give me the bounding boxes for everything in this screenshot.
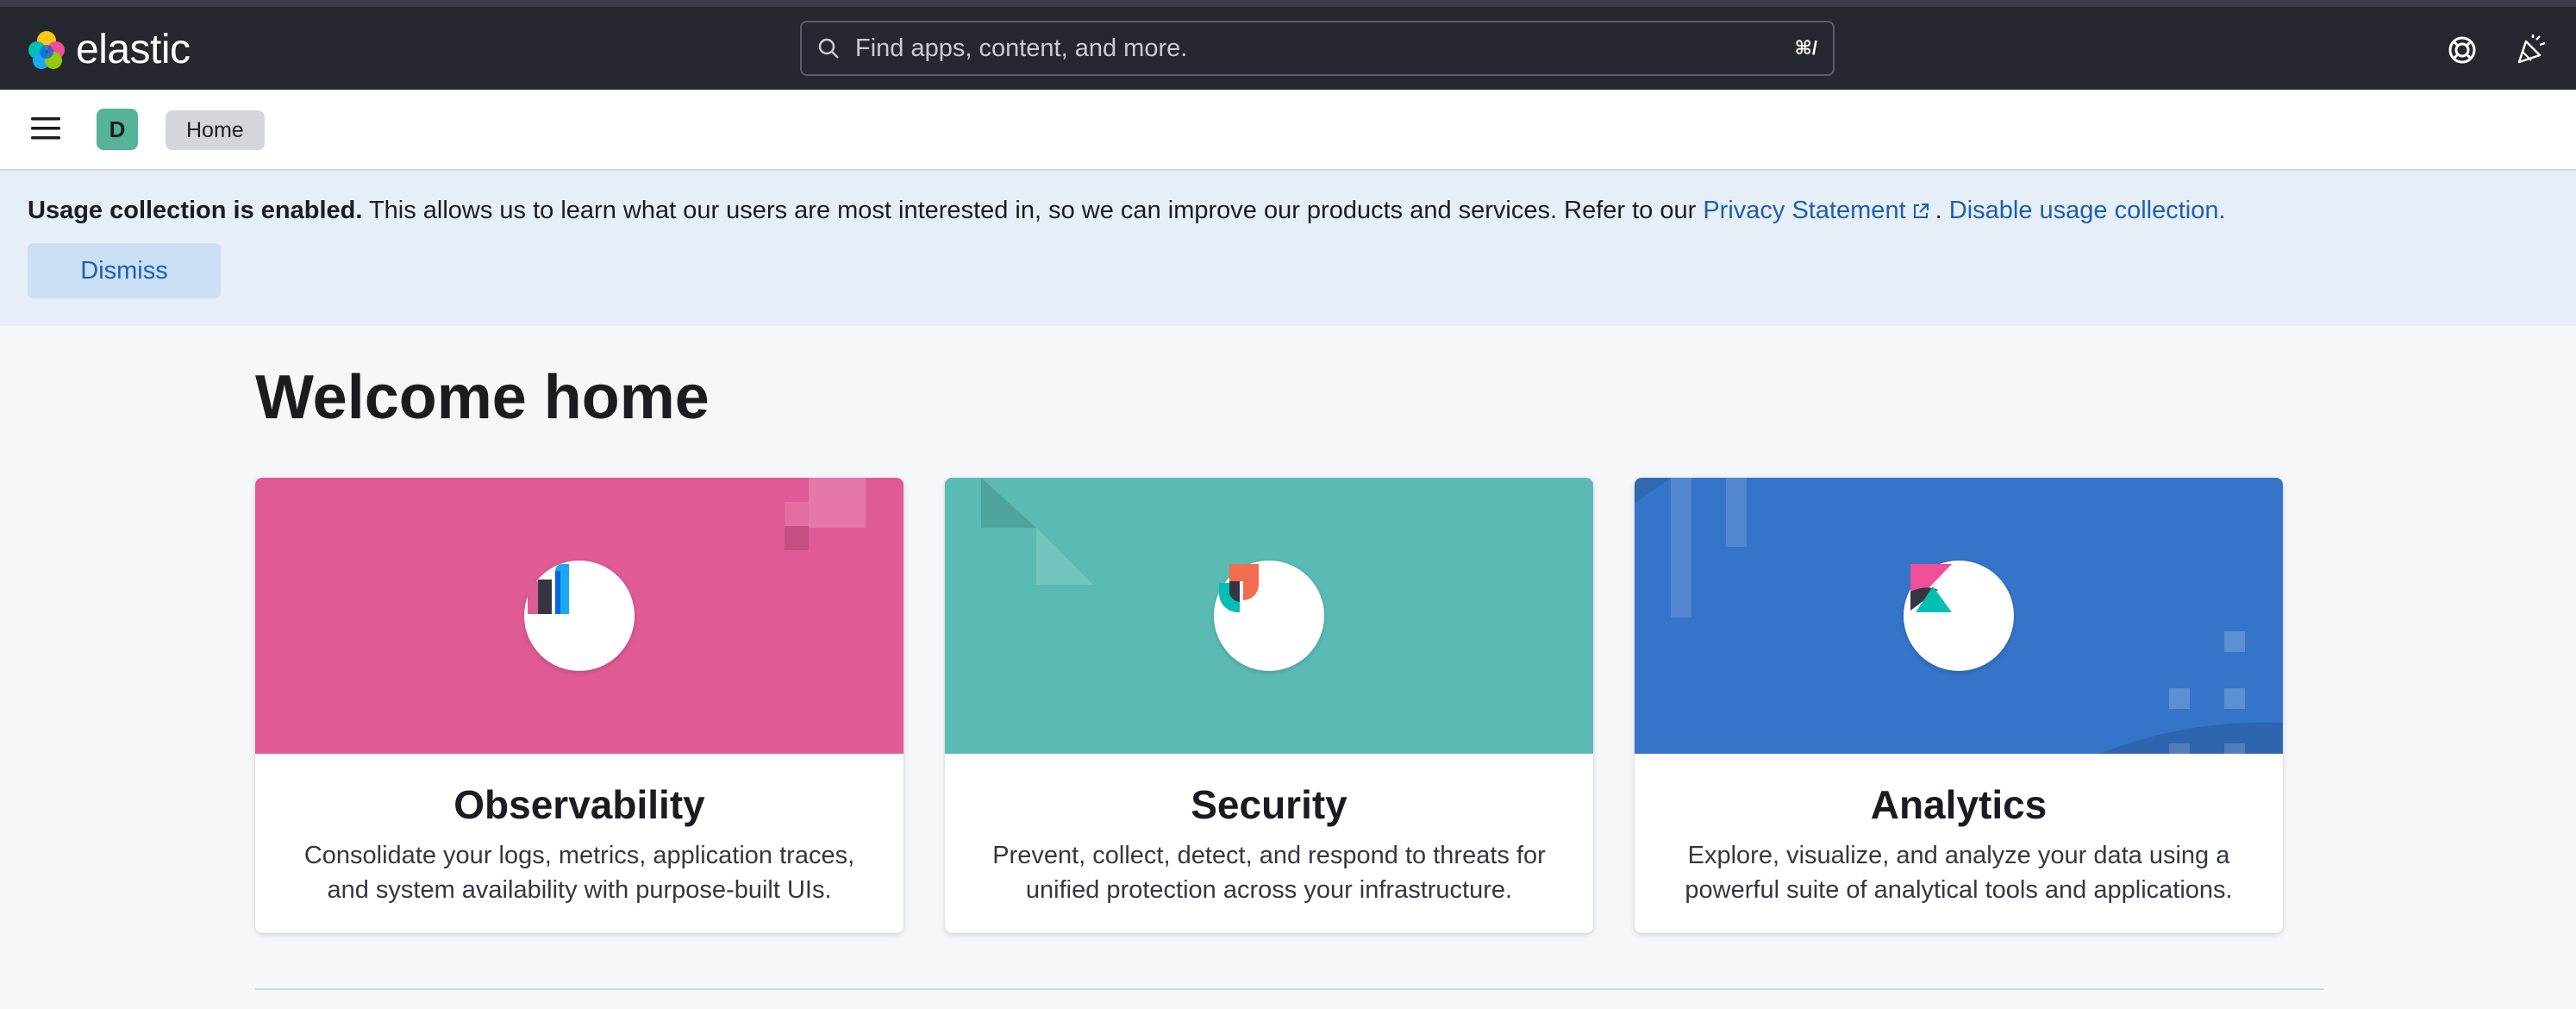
card-description: Explore, visualize, and analyze your dat… (1685, 842, 2233, 904)
card-title: Analytics (1870, 782, 2048, 827)
top-bar: elastic Find apps, content, and more. ⌘/ (0, 0, 2576, 90)
card-title: Observability (453, 782, 705, 827)
dismiss-button[interactable]: Dismiss (28, 243, 221, 298)
header-bar: D Home (0, 90, 2576, 171)
section-divider (255, 988, 2324, 990)
elastic-logo-icon (28, 30, 65, 69)
external-link-icon (1913, 204, 1929, 219)
search-placeholder: Find apps, content, and more. (855, 34, 1188, 62)
card-description: Prevent, collect, detect, and respond to… (992, 842, 1546, 904)
callout-period: . (1935, 197, 1942, 224)
card-banner-analytics (1635, 478, 2283, 754)
search-shortcut: ⌘/ (1794, 37, 1817, 59)
card-security[interactable]: Security Prevent, collect, detect, and r… (945, 478, 1593, 933)
privacy-statement-link[interactable]: Privacy Statement (1703, 197, 1905, 224)
usage-collection-callout: Usage collection is enabled. This allows… (0, 171, 2576, 326)
card-observability[interactable]: Observability Consolidate your logs, met… (255, 478, 903, 933)
menu-icon[interactable] (29, 116, 62, 141)
disable-usage-link[interactable]: Disable usage collection. (1949, 197, 2226, 224)
space-avatar[interactable]: D (97, 109, 138, 150)
logo-text: elastic (76, 27, 191, 72)
card-analytics[interactable]: Analytics Explore, visualize, and analyz… (1635, 478, 2283, 933)
security-icon (1214, 561, 1324, 671)
breadcrumb-home[interactable]: Home (166, 110, 265, 150)
newsfeed-icon[interactable] (2514, 33, 2548, 67)
callout-text: Usage collection is enabled. This allows… (28, 197, 2226, 225)
observability-icon (524, 561, 635, 671)
card-description: Consolidate your logs, metrics, applicat… (303, 842, 855, 904)
page-title: Welcome home (255, 363, 710, 432)
help-icon[interactable] (2445, 33, 2479, 67)
analytics-icon (1904, 561, 2014, 671)
card-banner-observability (255, 478, 903, 754)
global-search-input[interactable]: Find apps, content, and more. ⌘/ (800, 21, 1835, 76)
card-banner-security (945, 478, 1593, 754)
callout-bold: Usage collection is enabled. (28, 197, 363, 224)
card-title: Security (1191, 782, 1347, 827)
callout-body: This allows us to learn what our users a… (362, 197, 1704, 224)
elastic-logo[interactable]: elastic (26, 26, 191, 73)
search-icon (818, 38, 839, 59)
